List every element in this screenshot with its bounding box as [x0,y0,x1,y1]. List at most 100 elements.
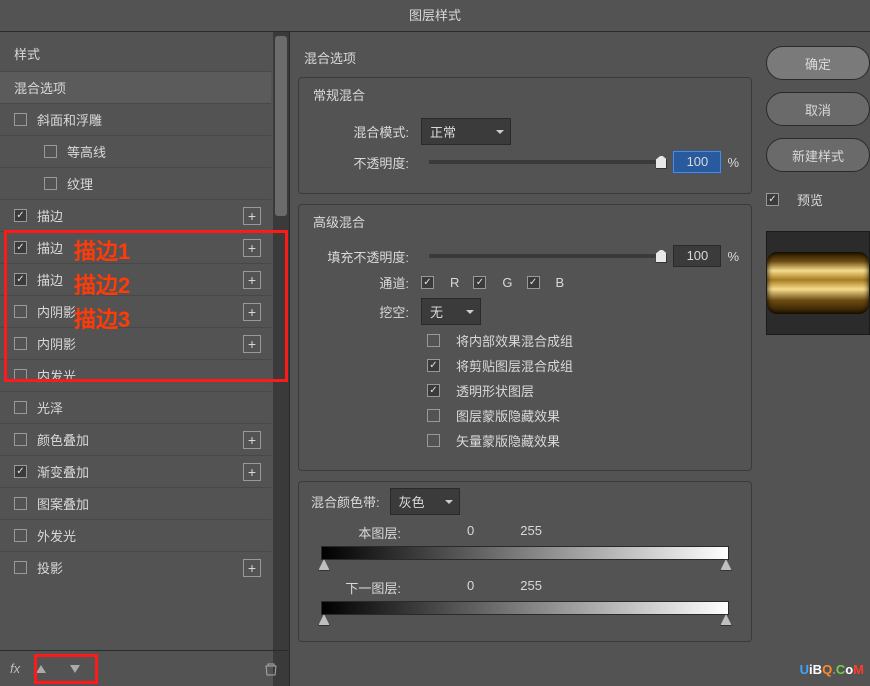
style-row-stroke-1[interactable]: 描边+ [0,199,271,231]
style-row-bevel[interactable]: 斜面和浮雕 [0,103,271,135]
opt-label: 将剪贴图层混合成组 [456,356,573,375]
style-row-inner-glow[interactable]: 内发光 [0,359,271,391]
style-row-texture[interactable]: 纹理 [0,167,271,199]
slider-thumb-icon[interactable] [655,249,667,263]
style-row-stroke-3[interactable]: 描边+ [0,263,271,295]
checkbox[interactable] [14,241,27,254]
style-row-satin[interactable]: 光泽 [0,391,271,423]
styles-list: 混合选项 斜面和浮雕 等高线 纹理 描边+ 描边+ 描边+ 内阴影+ 内阴影+ … [0,71,289,650]
style-label: 内阴影 [37,334,76,353]
opacity-slider[interactable] [429,160,665,164]
opt-label: 透明形状图层 [456,381,534,400]
underlying-high: 255 [520,578,542,597]
add-effect-icon[interactable]: + [243,207,261,225]
checkbox[interactable] [44,177,57,190]
style-row-contour[interactable]: 等高线 [0,135,271,167]
style-row-blending-options[interactable]: 混合选项 [0,71,271,103]
preview-swatch [767,252,869,313]
opt-blend-clipped-checkbox[interactable] [427,359,440,372]
opacity-label: 不透明度: [311,153,421,172]
add-effect-icon[interactable]: + [243,271,261,289]
checkbox[interactable] [14,209,27,222]
this-layer-gradient[interactable] [321,546,729,560]
knockout-select[interactable]: 无 [421,298,481,325]
style-row-drop-shadow[interactable]: 投影+ [0,551,271,583]
cancel-button[interactable]: 取消 [766,92,870,126]
new-style-button[interactable]: 新建样式 [766,138,870,172]
add-effect-icon[interactable]: + [243,335,261,353]
style-row-stroke-2[interactable]: 描边 + [0,231,271,263]
add-effect-icon[interactable]: + [243,559,261,577]
style-row-inner-shadow-2[interactable]: 内阴影 + [0,327,271,359]
knockout-label: 挖空: [311,302,421,321]
style-label: 纹理 [67,174,93,193]
blend-mode-label: 混合模式: [311,122,421,141]
gradient-handle-left-icon[interactable] [318,559,330,571]
checkbox[interactable] [14,529,27,542]
options-panel: 混合选项 常规混合 混合模式: 正常 不透明度: 100 % 高级混合 填充不透… [290,32,760,686]
dialog-buttons: 确定 取消 新建样式 预览 [760,32,870,686]
styles-sidebar: 样式 混合选项 斜面和浮雕 等高线 纹理 描边+ 描边+ 描边+ 内阴影+ 内阴… [0,32,290,686]
checkbox[interactable] [14,401,27,414]
move-up-button[interactable] [28,658,54,680]
sidebar-scrollbar[interactable] [273,32,289,686]
style-row-gradient-overlay[interactable]: 渐变叠加 + [0,455,271,487]
channel-b-checkbox[interactable] [527,276,540,289]
add-effect-icon[interactable]: + [243,431,261,449]
checkbox[interactable] [14,305,27,318]
opt-layer-mask-hide-checkbox[interactable] [427,409,440,422]
add-effect-icon[interactable]: + [243,303,261,321]
fill-opacity-input[interactable]: 100 [673,245,721,267]
style-label: 图案叠加 [37,494,89,513]
checkbox[interactable] [14,497,27,510]
style-row-pattern-overlay[interactable]: 图案叠加 [0,487,271,519]
checkbox[interactable] [44,145,57,158]
this-layer-high: 255 [520,523,542,542]
gradient-handle-right-icon[interactable] [720,614,732,626]
preview-checkbox[interactable] [766,193,779,206]
style-row-color-overlay[interactable]: 颜色叠加 + [0,423,271,455]
opt-label: 将内部效果混合成组 [456,331,573,350]
checkbox[interactable] [14,113,27,126]
style-row-outer-glow[interactable]: 外发光 [0,519,271,551]
style-row-inner-shadow-1[interactable]: 内阴影+ [0,295,271,327]
checkbox[interactable] [14,433,27,446]
fill-opacity-slider[interactable] [429,254,665,258]
checkbox[interactable] [14,369,27,382]
underlying-layer-label: 下一图层: [311,578,401,597]
checkbox[interactable] [14,337,27,350]
style-label: 渐变叠加 [37,462,89,481]
add-effect-icon[interactable]: + [243,239,261,257]
underlying-gradient[interactable] [321,601,729,615]
styles-header: 样式 [0,32,289,71]
opacity-input[interactable]: 100 [673,151,721,173]
preview-thumbnail [766,231,870,335]
style-label: 斜面和浮雕 [37,110,102,129]
move-down-button[interactable] [62,658,88,680]
opt-blend-interior-checkbox[interactable] [427,334,440,347]
gradient-handle-left-icon[interactable] [318,614,330,626]
checkbox[interactable] [14,273,27,286]
add-effect-icon[interactable]: + [243,463,261,481]
options-heading: 混合选项 [298,44,752,71]
channel-r-checkbox[interactable] [421,276,434,289]
checkbox[interactable] [14,465,27,478]
blend-mode-select[interactable]: 正常 [421,118,511,145]
channel-b-label: B [556,275,565,290]
channel-g-checkbox[interactable] [473,276,486,289]
gradient-handle-right-icon[interactable] [720,559,732,571]
opt-vector-mask-hide-checkbox[interactable] [427,434,440,447]
style-label: 等高线 [67,142,106,161]
style-label: 颜色叠加 [37,430,89,449]
checkbox[interactable] [14,561,27,574]
delete-button[interactable] [263,661,279,677]
opt-transparency-shapes-checkbox[interactable] [427,384,440,397]
dialog-title: 图层样式 [0,0,870,32]
blend-if-select[interactable]: 灰色 [390,488,460,515]
slider-thumb-icon[interactable] [655,155,667,169]
this-layer-low: 0 [467,523,474,542]
style-label: 描边 [37,238,63,257]
ok-button[interactable]: 确定 [766,46,870,80]
advanced-blend-panel: 高级混合 填充不透明度: 100 % 通道: R G B 挖空: [298,204,752,471]
underlying-low: 0 [467,578,474,597]
